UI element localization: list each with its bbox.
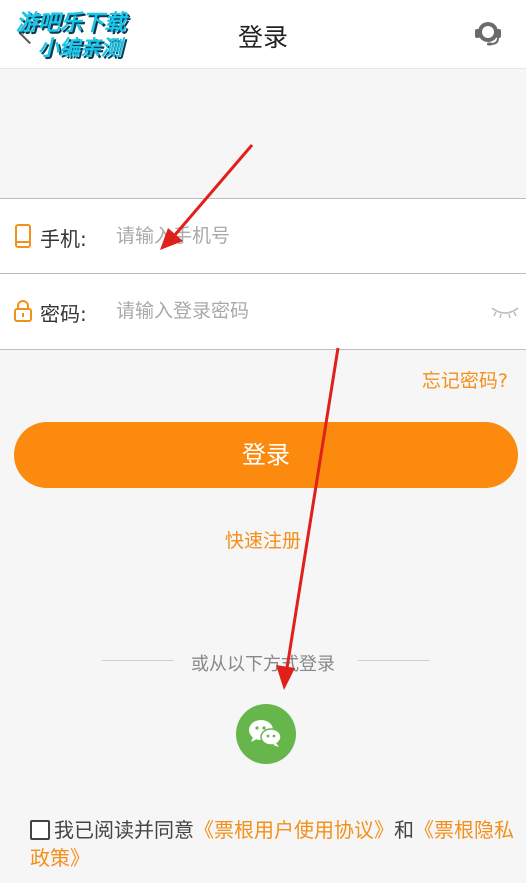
agreement-and: 和 [394,818,414,842]
wechat-login-button[interactable] [236,704,296,764]
login-form: 手机: 密码: [0,198,526,350]
headset-icon[interactable] [472,17,504,49]
user-agreement-link[interactable]: 《票根用户使用协议》 [194,818,394,842]
agreement: 我已阅读并同意《票根用户使用协议》和《票根隐私政策》 [30,816,520,872]
forgot-password-link[interactable]: 忘记密码? [422,366,508,393]
password-input[interactable] [116,292,476,330]
lock-icon [14,300,32,322]
wechat-icon [249,720,282,747]
login-button[interactable]: 登录 [14,422,518,488]
password-label: 密码: [40,302,87,326]
app-header: 游吧乐下载 小编亲测 登录 [0,0,526,69]
alt-login-text: 或从以下方式登录 [191,654,335,675]
register-link[interactable]: 快速注册 [0,526,526,553]
page-title: 登录 [237,23,288,52]
password-row: 密码: [0,274,526,348]
phone-row: 手机: [0,199,526,274]
agreement-prefix: 我已阅读并同意 [54,818,194,842]
phone-input[interactable] [116,217,476,255]
phone-label: 手机: [40,227,87,251]
annotation-arrow-2 [285,347,340,669]
phone-icon [15,224,31,248]
eye-closed-icon[interactable] [490,304,520,320]
agreement-checkbox[interactable] [30,820,50,840]
